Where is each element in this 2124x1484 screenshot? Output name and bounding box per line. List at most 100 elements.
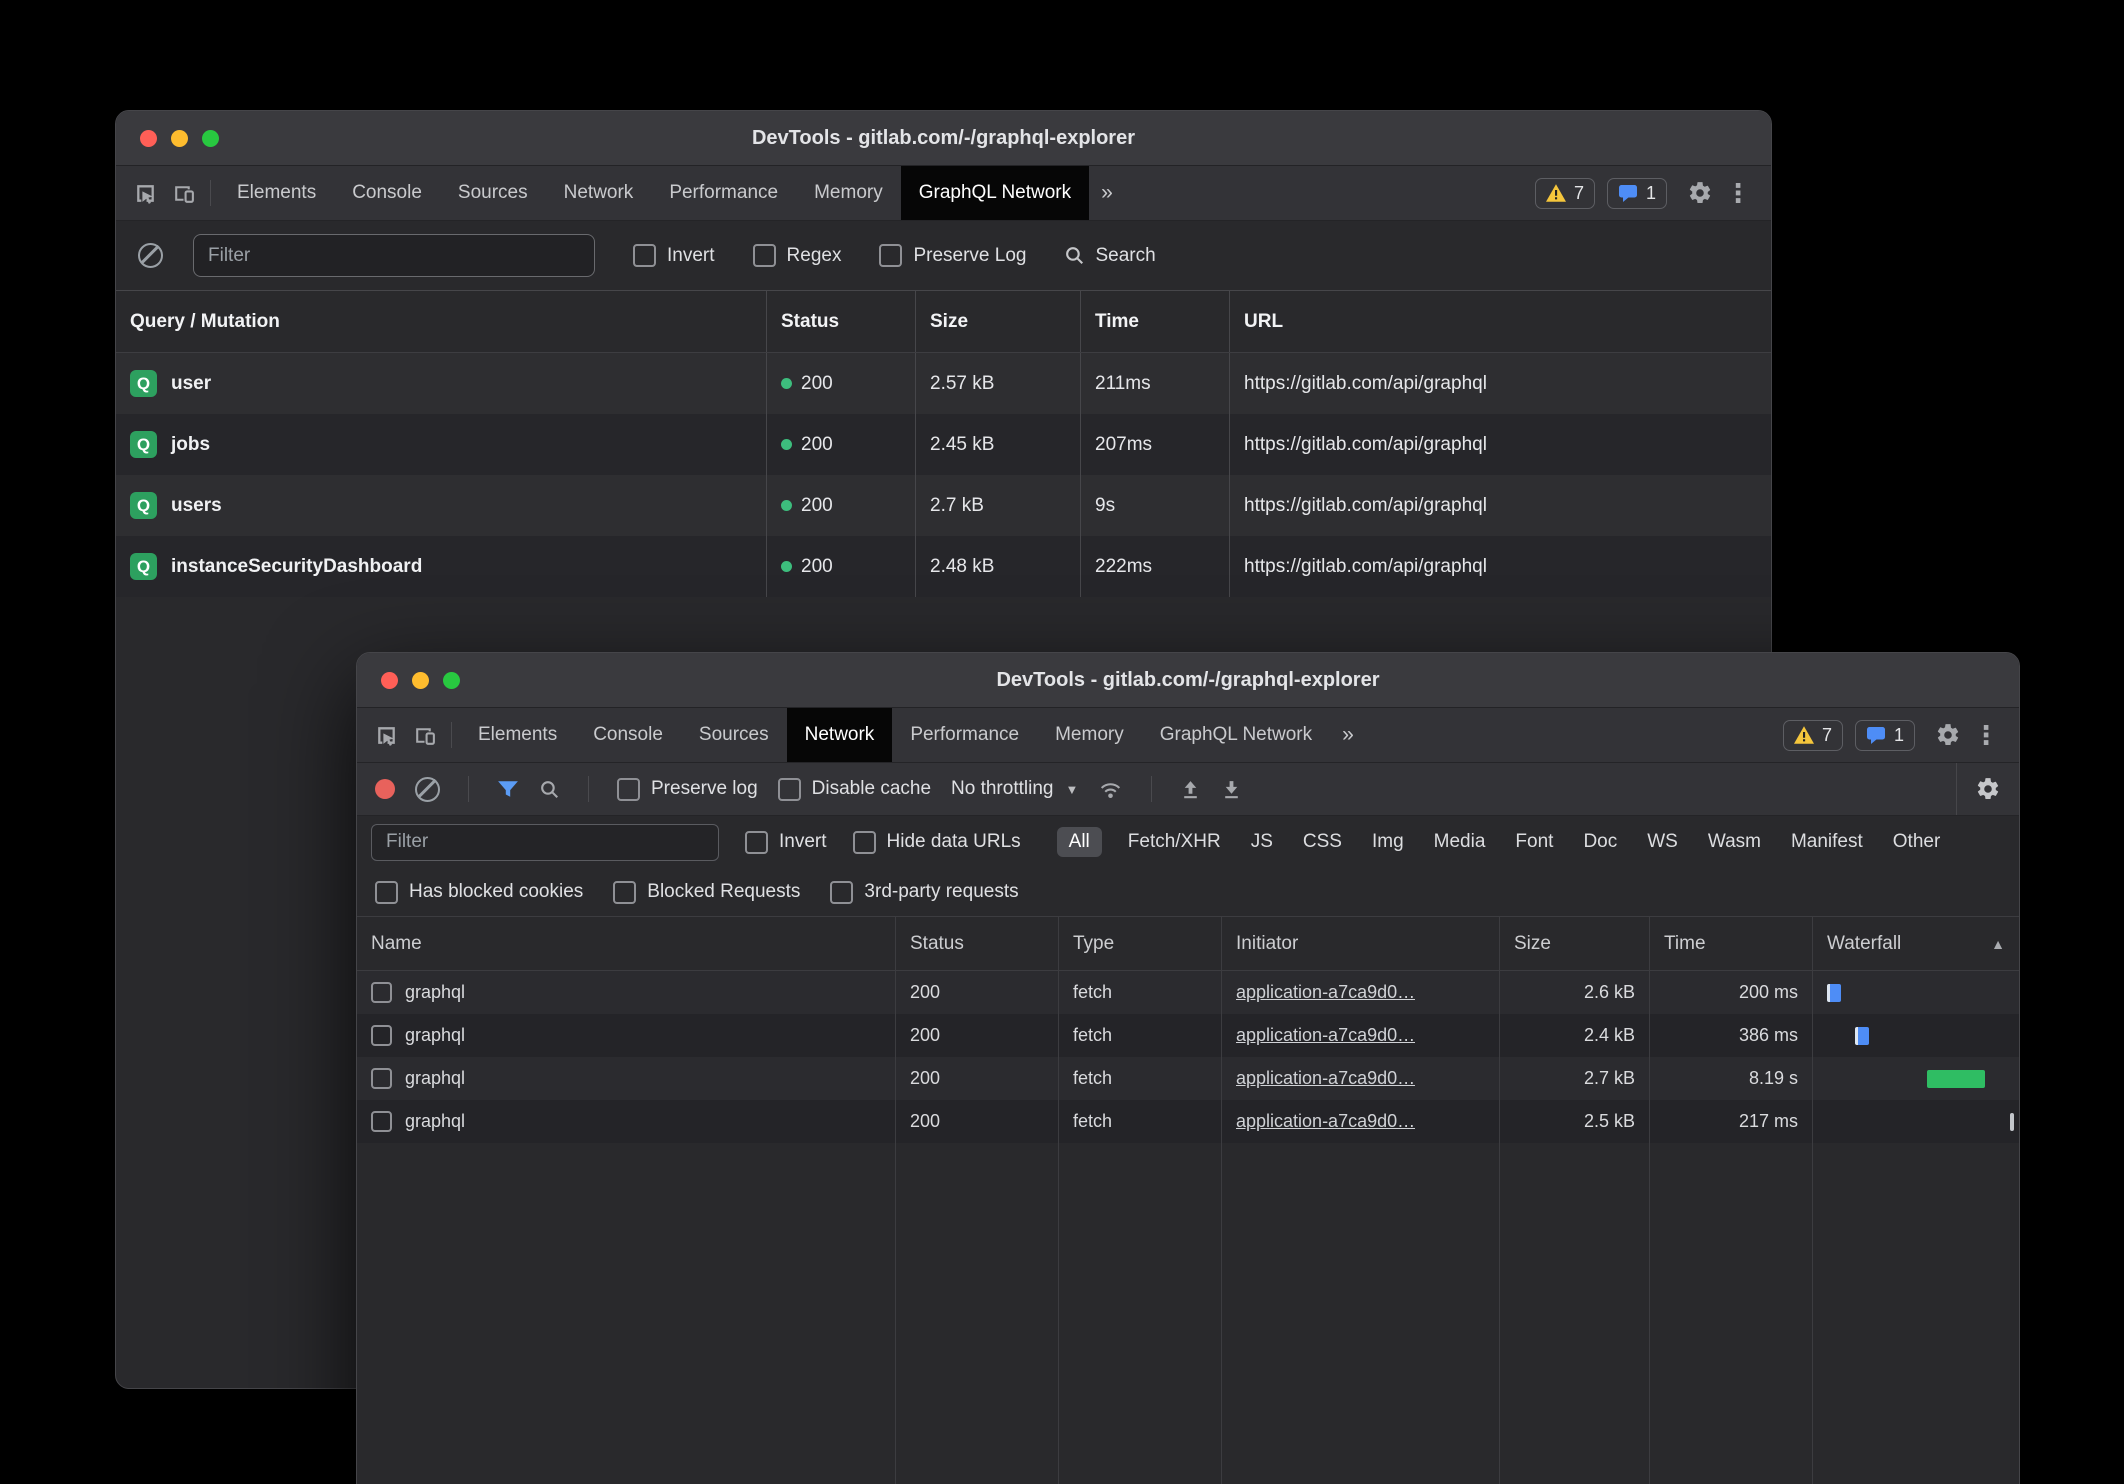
- table-row[interactable]: Q users 200 2.7 kB 9s https://gitlab.com…: [116, 475, 1771, 536]
- table-row[interactable]: Q jobs 200 2.45 kB 207ms https://gitlab.…: [116, 414, 1771, 475]
- inspect-element-icon[interactable]: [126, 174, 164, 212]
- kebab-menu-icon[interactable]: ⋮: [1719, 174, 1757, 212]
- network-settings-section: [1956, 763, 2019, 815]
- chip-img[interactable]: Img: [1368, 827, 1408, 857]
- col-header-time[interactable]: Time: [1080, 291, 1229, 352]
- invert-checkbox[interactable]: [633, 244, 656, 267]
- table-row[interactable]: graphql 200 fetch application-a7ca9d0… 2…: [357, 971, 2019, 1014]
- record-icon[interactable]: [375, 779, 395, 799]
- chip-fetch-xhr[interactable]: Fetch/XHR: [1124, 827, 1225, 857]
- table-row[interactable]: Q user 200 2.57 kB 211ms https://gitlab.…: [116, 353, 1771, 414]
- col-header-query-mutation[interactable]: Query / Mutation: [116, 291, 766, 352]
- disable-cache-checkbox[interactable]: [778, 778, 801, 801]
- kebab-menu-icon[interactable]: ⋮: [1967, 716, 2005, 754]
- tab-performance[interactable]: Performance: [892, 708, 1037, 762]
- chip-media[interactable]: Media: [1430, 827, 1490, 857]
- export-har-icon[interactable]: [1221, 779, 1242, 800]
- tab-graphql-network[interactable]: GraphQL Network: [901, 166, 1089, 220]
- tab-memory[interactable]: Memory: [1037, 708, 1142, 762]
- col-header-time[interactable]: Time: [1649, 917, 1812, 970]
- device-toolbar-icon[interactable]: [405, 716, 443, 754]
- tab-memory[interactable]: Memory: [796, 166, 901, 220]
- col-header-type[interactable]: Type: [1058, 917, 1221, 970]
- col-header-size[interactable]: Size: [915, 291, 1080, 352]
- chip-doc[interactable]: Doc: [1579, 827, 1621, 857]
- warnings-badge[interactable]: 7: [1783, 720, 1843, 751]
- initiator-link[interactable]: application-a7ca9d0…: [1236, 1111, 1415, 1132]
- initiator-link[interactable]: application-a7ca9d0…: [1236, 1025, 1415, 1046]
- tab-graphql-network[interactable]: GraphQL Network: [1142, 708, 1330, 762]
- request-checkbox[interactable]: [371, 982, 392, 1003]
- tab-performance[interactable]: Performance: [651, 166, 796, 220]
- col-header-status[interactable]: Status: [895, 917, 1058, 970]
- third-party-requests-checkbox[interactable]: [830, 881, 853, 904]
- col-header-initiator[interactable]: Initiator: [1221, 917, 1499, 970]
- clear-icon[interactable]: [415, 777, 440, 802]
- settings-gear-icon[interactable]: [1681, 174, 1719, 212]
- cell-status: 200: [895, 1057, 1058, 1100]
- warnings-badge[interactable]: 7: [1535, 178, 1595, 209]
- cell-waterfall: [1812, 971, 2019, 1014]
- invert-checkbox[interactable]: [745, 831, 768, 854]
- initiator-link[interactable]: application-a7ca9d0…: [1236, 1068, 1415, 1089]
- throttling-select[interactable]: No throttling ▼: [951, 778, 1078, 800]
- col-header-waterfall[interactable]: Waterfall ▲: [1812, 917, 2019, 970]
- tab-elements[interactable]: Elements: [219, 166, 334, 220]
- table-row[interactable]: graphql 200 fetch application-a7ca9d0… 2…: [357, 1057, 2019, 1100]
- chip-wasm[interactable]: Wasm: [1704, 827, 1765, 857]
- network-filter-input[interactable]: [371, 824, 719, 861]
- tab-network[interactable]: Network: [787, 708, 893, 762]
- hide-data-urls-checkbox[interactable]: [853, 831, 876, 854]
- chip-all[interactable]: All: [1057, 827, 1102, 857]
- col-header-url[interactable]: URL: [1229, 291, 1771, 352]
- blocked-requests-checkbox[interactable]: [613, 881, 636, 904]
- issues-count: 1: [1646, 183, 1656, 204]
- device-toolbar-icon[interactable]: [164, 174, 202, 212]
- issues-badge[interactable]: 1: [1855, 720, 1915, 751]
- request-checkbox[interactable]: [371, 1068, 392, 1089]
- inspect-element-icon[interactable]: [367, 716, 405, 754]
- filter-input[interactable]: [193, 234, 595, 277]
- search-icon[interactable]: [539, 779, 560, 800]
- chip-css[interactable]: CSS: [1299, 827, 1346, 857]
- request-checkbox[interactable]: [371, 1111, 392, 1132]
- col-header-size[interactable]: Size: [1499, 917, 1649, 970]
- col-header-name[interactable]: Name: [357, 917, 895, 970]
- search-toggle[interactable]: Search: [1064, 245, 1155, 267]
- chip-manifest[interactable]: Manifest: [1787, 827, 1867, 857]
- empty-cell: [895, 1143, 1058, 1484]
- cell-size: 2.7 kB: [1499, 1057, 1649, 1100]
- cell-size: 2.7 kB: [915, 475, 1080, 536]
- request-checkbox[interactable]: [371, 1025, 392, 1046]
- tab-console[interactable]: Console: [575, 708, 681, 762]
- more-tabs-button[interactable]: »: [1330, 708, 1366, 762]
- table-row[interactable]: Q instanceSecurityDashboard 200 2.48 kB …: [116, 536, 1771, 597]
- graphql-table-header: Query / Mutation Status Size Time URL: [116, 290, 1771, 353]
- table-row[interactable]: graphql 200 fetch application-a7ca9d0… 2…: [357, 1100, 2019, 1143]
- tab-sources[interactable]: Sources: [440, 166, 546, 220]
- clear-icon[interactable]: [138, 243, 163, 268]
- col-header-status[interactable]: Status: [766, 291, 915, 352]
- more-tabs-button[interactable]: »: [1089, 166, 1125, 220]
- tab-sources[interactable]: Sources: [681, 708, 787, 762]
- regex-checkbox[interactable]: [753, 244, 776, 267]
- request-type-chips: All Fetch/XHR JS CSS Img Media Font Doc …: [1057, 827, 1945, 857]
- chip-ws[interactable]: WS: [1643, 827, 1682, 857]
- issues-badge[interactable]: 1: [1607, 178, 1667, 209]
- chip-other[interactable]: Other: [1889, 827, 1945, 857]
- preserve-log-checkbox[interactable]: [879, 244, 902, 267]
- import-har-icon[interactable]: [1180, 779, 1201, 800]
- tab-console[interactable]: Console: [334, 166, 440, 220]
- table-row[interactable]: graphql 200 fetch application-a7ca9d0… 2…: [357, 1014, 2019, 1057]
- tab-elements[interactable]: Elements: [460, 708, 575, 762]
- preserve-log-checkbox[interactable]: [617, 778, 640, 801]
- settings-gear-icon[interactable]: [1929, 716, 1967, 754]
- filter-funnel-icon[interactable]: [497, 780, 519, 798]
- initiator-link[interactable]: application-a7ca9d0…: [1236, 982, 1415, 1003]
- network-conditions-icon[interactable]: [1098, 779, 1123, 800]
- network-settings-gear-icon[interactable]: [1975, 776, 2001, 802]
- tab-network[interactable]: Network: [546, 166, 652, 220]
- has-blocked-cookies-checkbox[interactable]: [375, 881, 398, 904]
- chip-font[interactable]: Font: [1511, 827, 1557, 857]
- chip-js[interactable]: JS: [1247, 827, 1277, 857]
